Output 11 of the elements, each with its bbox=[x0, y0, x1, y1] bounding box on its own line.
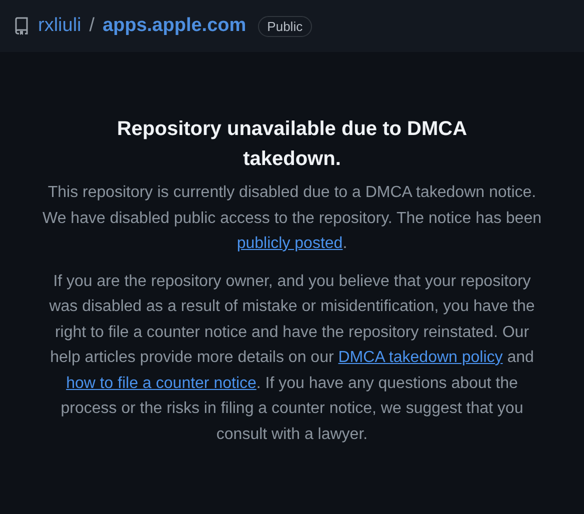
notice-link[interactable]: DMCA takedown policy bbox=[338, 349, 503, 366]
notice-title: Repository unavailable due to DMCA takedown. bbox=[116, 117, 468, 172]
notice-paragraph: This repository is currently disabled due to a DMCA takedown notice. We have disabled public access to the repository. The notice has been publicly posted. bbox=[42, 183, 542, 254]
notice-paragraph: If you are the repository owner, and you believe that your repository was disabled as a result of mistake or misidentification, you have the right to file a counter notice and have the repository reinstated. Our help articles provide more details on our DMCA takedown policy and how to file a counter notice. If you have any questions about the process or the risks in filing a counter notice, we suggest that you consult with a lawyer. bbox=[48, 272, 536, 444]
notice-link[interactable]: publicly posted bbox=[236, 235, 343, 252]
owner-link[interactable]: rxliuli bbox=[38, 15, 82, 37]
repository-link[interactable]: apps.apple.com bbox=[102, 15, 246, 37]
visibility-label: Public bbox=[258, 16, 312, 36]
notice-link[interactable]: how to file a counter notice bbox=[66, 374, 256, 392]
path-separator: / bbox=[89, 15, 95, 37]
repo-icon bbox=[14, 17, 30, 35]
